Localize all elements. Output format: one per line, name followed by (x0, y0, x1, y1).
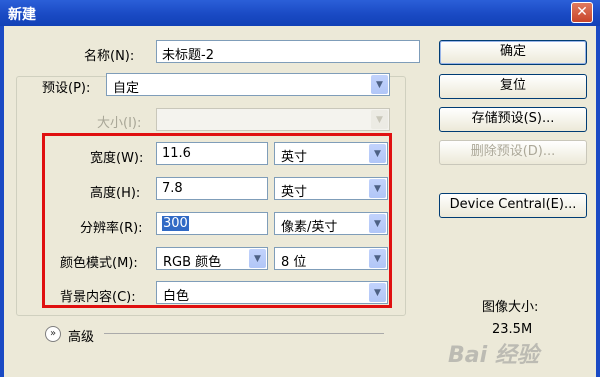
device-central-button[interactable]: Device Central(E)... (439, 193, 587, 218)
image-size-label: 图像大小: (482, 300, 539, 315)
save-preset-button[interactable]: 存储预设(S)... (439, 107, 587, 132)
chevron-down-icon: ▼ (371, 75, 388, 94)
ok-button[interactable]: 确定 (439, 40, 587, 65)
delete-preset-button[interactable]: 删除预设(D)... (439, 140, 587, 165)
size-select[interactable]: ▼ (156, 108, 390, 131)
preset-value: 自定 (113, 81, 140, 96)
title-bar[interactable]: 新建 ✕ (0, 0, 600, 26)
size-label: 大小(I): (97, 116, 142, 131)
watermark: Bai 经验 (448, 343, 539, 368)
close-button[interactable]: ✕ (571, 2, 593, 23)
preset-select[interactable]: 自定 ▼ (106, 73, 390, 96)
window-frame-right (596, 26, 600, 377)
new-document-dialog: 新建 ✕ 名称(N): 未标题-2 预设(P): 自定 ▼ 大小(I): ▼ 宽… (0, 0, 600, 377)
reset-button[interactable]: 复位 (439, 74, 587, 99)
highlight-box (42, 133, 392, 308)
window-frame-left (0, 26, 4, 377)
advanced-label: 高级 (68, 330, 95, 345)
name-input[interactable]: 未标题-2 (156, 40, 420, 63)
advanced-divider (104, 333, 384, 334)
preset-label: 预设(P): (42, 81, 91, 96)
chevron-down-icon: ▼ (371, 110, 388, 129)
name-label: 名称(N): (84, 49, 135, 64)
image-size-value: 23.5M (492, 322, 533, 337)
dialog-title: 新建 (8, 7, 36, 23)
double-chevron-down-icon[interactable]: » (45, 326, 61, 342)
